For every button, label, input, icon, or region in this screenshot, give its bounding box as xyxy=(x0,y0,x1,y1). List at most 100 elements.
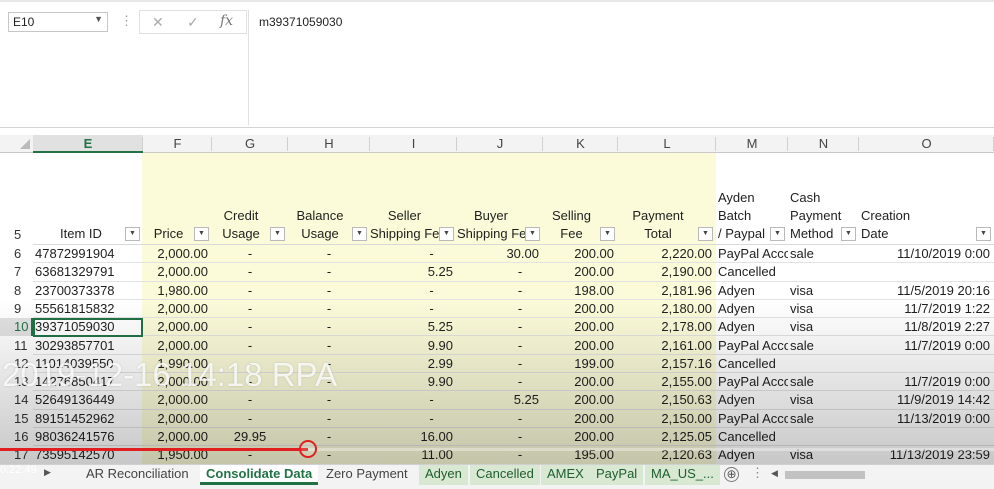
cell-e15[interactable]: 89151452962 xyxy=(33,410,143,428)
column-header-i[interactable]: I xyxy=(370,135,457,153)
cell-n8[interactable]: visa xyxy=(788,282,859,300)
cell-g7[interactable]: - xyxy=(212,263,288,281)
row-header[interactable]: 14 xyxy=(0,391,33,410)
cell-m7[interactable]: Cancelled xyxy=(716,263,788,281)
cell-e7[interactable]: 63681329791 xyxy=(33,263,143,281)
cell-n12[interactable] xyxy=(788,355,859,373)
cell-h9[interactable]: - xyxy=(288,300,370,318)
cell-f10[interactable]: 2,000.00 xyxy=(143,318,212,336)
filter-dropdown-icon[interactable]: ▼ xyxy=(841,227,856,241)
cell-i7[interactable]: 5.25 xyxy=(370,263,457,281)
header-cell[interactable]: Credit Usage ▼ xyxy=(212,207,288,243)
cell-m16[interactable]: Cancelled xyxy=(716,428,788,446)
cell-f6[interactable]: 2,000.00 xyxy=(143,245,212,263)
cell-j6[interactable]: 30.00 xyxy=(457,245,543,263)
cell-f14[interactable]: 2,000.00 xyxy=(143,391,212,409)
cell-n7[interactable] xyxy=(788,263,859,281)
header-cell[interactable]: Buyer Shipping Fe ▼ xyxy=(457,207,543,243)
cell-l15[interactable]: 2,150.00 xyxy=(618,410,716,428)
column-header-f[interactable]: F xyxy=(143,135,212,153)
cell-g8[interactable]: - xyxy=(212,282,288,300)
cell-k9[interactable]: 200.00 xyxy=(543,300,618,318)
cell-j9[interactable]: - xyxy=(457,300,543,318)
cell-f15[interactable]: 2,000.00 xyxy=(143,410,212,428)
chevron-down-icon[interactable]: ▼ xyxy=(94,14,103,24)
more-options-icon[interactable]: ⋮ xyxy=(120,13,133,29)
name-box[interactable]: E10 ▼ xyxy=(8,12,108,32)
cell-k14[interactable]: 200.00 xyxy=(543,391,618,409)
cell-n14[interactable]: visa xyxy=(788,391,859,409)
insert-function-icon[interactable]: fx xyxy=(220,13,233,29)
cell-i14[interactable]: - xyxy=(370,391,457,409)
cell-o7[interactable] xyxy=(859,263,994,281)
cell-j12[interactable]: - xyxy=(457,355,543,373)
add-sheet-icon[interactable]: ⊕ xyxy=(724,467,739,482)
header-cell[interactable]: Price ▼ xyxy=(143,225,212,243)
cell-i15[interactable]: - xyxy=(370,410,457,428)
filter-dropdown-icon[interactable]: ▼ xyxy=(270,227,285,241)
column-header-m[interactable]: M xyxy=(716,135,788,153)
sheet-tab[interactable]: AR Reconciliation xyxy=(80,465,195,485)
column-header-n[interactable]: N xyxy=(788,135,859,153)
header-cell[interactable]: Payment Total ▼ xyxy=(618,207,716,243)
column-header-j[interactable]: J xyxy=(457,135,543,153)
row-header[interactable]: 9 xyxy=(0,299,33,319)
row-header[interactable]: 8 xyxy=(0,281,33,300)
cell-j7[interactable]: - xyxy=(457,263,543,281)
cell-k13[interactable]: 200.00 xyxy=(543,373,618,391)
cell-l10[interactable]: 2,178.00 xyxy=(618,318,716,336)
cell-n10[interactable]: visa xyxy=(788,318,859,336)
column-header-k[interactable]: K xyxy=(543,135,618,153)
cell-m15[interactable]: PayPal Acco xyxy=(716,410,788,428)
cell-g10[interactable]: - xyxy=(212,318,288,336)
filter-dropdown-icon[interactable]: ▼ xyxy=(600,227,615,241)
sheet-tab[interactable]: AMEX xyxy=(541,465,590,485)
cell-l11[interactable]: 2,161.00 xyxy=(618,337,716,355)
cell-o16[interactable] xyxy=(859,428,994,446)
sheet-tab[interactable]: Adyen xyxy=(419,465,468,485)
cell-e8[interactable]: 23700373378 xyxy=(33,282,143,300)
cell-k6[interactable]: 200.00 xyxy=(543,245,618,263)
cell-h7[interactable]: - xyxy=(288,263,370,281)
row-header[interactable]: 15 xyxy=(0,409,33,428)
column-header-h[interactable]: H xyxy=(288,135,370,153)
row-header[interactable]: 11 xyxy=(0,336,33,355)
cell-m12[interactable]: Cancelled xyxy=(716,355,788,373)
cell-n16[interactable] xyxy=(788,428,859,446)
cell-e14[interactable]: 52649136449 xyxy=(33,391,143,409)
cell-k7[interactable]: 200.00 xyxy=(543,263,618,281)
sheet-tab[interactable]: PayPal xyxy=(590,465,644,485)
cell-f7[interactable]: 2,000.00 xyxy=(143,263,212,281)
cell-i13[interactable]: 9.90 xyxy=(370,373,457,391)
select-all-corner[interactable] xyxy=(0,135,33,153)
enter-icon[interactable]: ✓ xyxy=(187,14,199,31)
filter-dropdown-icon[interactable]: ▼ xyxy=(525,227,540,241)
cell-j13[interactable]: - xyxy=(457,373,543,391)
cell-e9[interactable]: 55561815832 xyxy=(33,300,143,318)
cell-f8[interactable]: 1,980.00 xyxy=(143,282,212,300)
header-cell[interactable]: Seller Shipping Fe ▼ xyxy=(370,207,457,243)
filter-dropdown-icon[interactable]: ▼ xyxy=(698,227,713,241)
cell-h14[interactable]: - xyxy=(288,391,370,409)
cell-j14[interactable]: 5.25 xyxy=(457,391,543,409)
cell-n11[interactable]: sale xyxy=(788,337,859,355)
cell-f11[interactable]: 2,000.00 xyxy=(143,337,212,355)
column-header-g[interactable]: G xyxy=(212,135,288,153)
cell-l14[interactable]: 2,150.63 xyxy=(618,391,716,409)
cell-o12[interactable] xyxy=(859,355,994,373)
cell-k15[interactable]: 200.00 xyxy=(543,410,618,428)
row-header[interactable]: 5 xyxy=(0,153,33,245)
cell-h11[interactable]: - xyxy=(288,337,370,355)
filter-dropdown-icon[interactable]: ▼ xyxy=(770,227,785,241)
filter-dropdown-icon[interactable]: ▼ xyxy=(976,227,991,241)
cell-k12[interactable]: 199.00 xyxy=(543,355,618,373)
cell-o6[interactable]: 11/10/2019 0:00 xyxy=(859,245,994,263)
video-progress-knob[interactable] xyxy=(299,440,317,458)
cell-k10[interactable]: 200.00 xyxy=(543,318,618,336)
sheet-tab[interactable]: Cancelled xyxy=(470,465,540,485)
formula-input[interactable]: m39371059030 xyxy=(259,15,342,29)
filter-dropdown-icon[interactable]: ▼ xyxy=(194,227,209,241)
sheet-tab[interactable]: Zero Payment xyxy=(320,465,414,485)
row-header[interactable]: 6 xyxy=(0,245,33,264)
scrollbar-thumb[interactable] xyxy=(785,471,865,479)
